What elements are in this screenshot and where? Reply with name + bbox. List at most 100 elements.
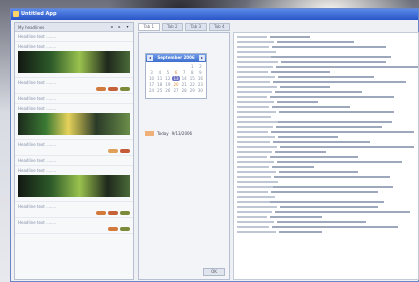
- log-line: [237, 49, 418, 58]
- news-item-title[interactable]: Headline text ........: [18, 204, 130, 209]
- ok-button[interactable]: OK: [203, 268, 225, 276]
- news-item[interactable]: Headline text ........: [15, 104, 133, 140]
- calendar-day[interactable]: 5: [164, 70, 171, 75]
- log-line: [237, 94, 418, 98]
- calendar-day[interactable]: 28: [181, 88, 188, 93]
- dropdown-arrow-icon[interactable]: ▾: [125, 24, 130, 29]
- log-line: [237, 169, 418, 173]
- tab-3[interactable]: Tab 3: [185, 23, 207, 31]
- calendar-day[interactable]: 26: [164, 88, 171, 93]
- news-item[interactable]: Headline text ........: [15, 202, 133, 218]
- next-arrow-icon[interactable]: ▸: [117, 24, 122, 29]
- log-line: [237, 149, 418, 153]
- calendar-day[interactable]: 17: [148, 82, 155, 87]
- news-item-title[interactable]: Headline text ........: [18, 142, 130, 147]
- rating-badge[interactable]: [108, 149, 118, 153]
- news-thumbnail[interactable]: [18, 113, 130, 135]
- rating-badge[interactable]: [120, 211, 130, 215]
- rating-badge[interactable]: [120, 227, 130, 231]
- calendar-day[interactable]: 12: [164, 76, 171, 81]
- news-item-title[interactable]: Headline text ........: [18, 168, 130, 173]
- calendar-day[interactable]: 15: [189, 76, 196, 81]
- rating-badge[interactable]: [120, 87, 130, 91]
- rating-badge[interactable]: [108, 87, 118, 91]
- calendar-day[interactable]: 18: [156, 82, 163, 87]
- calendar-day[interactable]: 23: [197, 82, 204, 87]
- title-bar[interactable]: Untitled App: [11, 9, 418, 20]
- news-item[interactable]: Headline text ........: [15, 140, 133, 156]
- news-item-title[interactable]: Headline text ........: [18, 80, 130, 85]
- news-badges: [18, 87, 130, 91]
- log-line: [237, 224, 418, 228]
- log-line: [237, 39, 418, 43]
- log-line: [237, 189, 418, 193]
- calendar-day[interactable]: 19: [164, 82, 171, 87]
- calendar-day[interactable]: 3: [148, 70, 155, 75]
- log-line: [237, 84, 418, 88]
- calendar-day[interactable]: 4: [156, 70, 163, 75]
- calendar-day[interactable]: 8: [189, 70, 196, 75]
- news-thumbnail[interactable]: [18, 51, 130, 73]
- prev-arrow-icon[interactable]: ◂: [109, 24, 114, 29]
- news-thumbnail[interactable]: [18, 175, 130, 197]
- log-line: [237, 214, 418, 218]
- log-line: [237, 144, 418, 148]
- calendar-day[interactable]: 16: [197, 76, 204, 81]
- log-line: [237, 44, 418, 48]
- log-line: [237, 79, 418, 83]
- log-line: [237, 34, 418, 38]
- calendar-day[interactable]: 25: [156, 88, 163, 93]
- log-line: [237, 154, 418, 158]
- news-item-title[interactable]: Headline text ........: [18, 158, 130, 163]
- rating-badge[interactable]: [96, 211, 106, 215]
- calendar-day[interactable]: 24: [148, 88, 155, 93]
- calendar-day[interactable]: 21: [181, 82, 188, 87]
- today-value: 9/13/2006: [171, 131, 193, 136]
- tab-4[interactable]: Tab 4: [208, 23, 230, 31]
- calendar-day[interactable]: 9: [197, 70, 204, 75]
- rating-badge[interactable]: [96, 87, 106, 91]
- news-item[interactable]: Headline text ........: [15, 218, 133, 234]
- calendar-next-icon[interactable]: ▸: [199, 55, 205, 61]
- calendar-day[interactable]: 29: [189, 88, 196, 93]
- calendar-day[interactable]: 20: [172, 82, 179, 87]
- calendar-day[interactable]: 10: [148, 76, 155, 81]
- calendar-day[interactable]: 22: [189, 82, 196, 87]
- calendar-day[interactable]: 2: [197, 64, 204, 69]
- calendar-day[interactable]: 14: [181, 76, 188, 81]
- month-calendar[interactable]: ◂ September 2006 ▸ 1 2 3 4 5 6 7 8 9 10 11 12 13 14 15…: [145, 53, 207, 99]
- log-view[interactable]: [233, 32, 419, 280]
- log-line: [237, 159, 418, 163]
- calendar-month: September 2006: [157, 55, 195, 60]
- calendar-day[interactable]: 11: [156, 76, 163, 81]
- log-line: [237, 119, 418, 123]
- news-item[interactable]: Headline text ........: [15, 156, 133, 166]
- news-item[interactable]: Headline text ........: [15, 32, 133, 42]
- news-item[interactable]: Headline text ........: [15, 94, 133, 104]
- log-line: [237, 129, 418, 133]
- rating-badge[interactable]: [120, 149, 130, 153]
- news-item-title[interactable]: Headline text ........: [18, 96, 130, 101]
- calendar-day[interactable]: 27: [172, 88, 179, 93]
- tab-2[interactable]: Tab 2: [161, 23, 183, 31]
- tab-1[interactable]: Tab 1: [138, 23, 160, 31]
- calendar-day[interactable]: 13: [172, 76, 180, 81]
- news-item[interactable]: Headline text ........: [15, 42, 133, 78]
- calendar-day[interactable]: 6: [172, 70, 179, 75]
- rating-badge[interactable]: [108, 211, 118, 215]
- news-item-title[interactable]: Headline text ........: [18, 44, 130, 49]
- rating-badge[interactable]: [108, 227, 118, 231]
- calendar-day[interactable]: 30: [197, 88, 204, 93]
- news-item-title[interactable]: Headline text ........: [18, 34, 130, 39]
- log-line: [237, 174, 418, 178]
- calendar-day[interactable]: 1: [189, 64, 196, 69]
- log-line: [237, 164, 418, 168]
- app-icon: [13, 11, 19, 17]
- news-item-title[interactable]: Headline text ........: [18, 220, 130, 225]
- calendar-day[interactable]: 7: [181, 70, 188, 75]
- log-line: [237, 124, 418, 128]
- log-line: [237, 74, 418, 78]
- news-item[interactable]: Headline text ........: [15, 78, 133, 94]
- news-item-title[interactable]: Headline text ........: [18, 106, 130, 111]
- news-item[interactable]: Headline text ........: [15, 166, 133, 202]
